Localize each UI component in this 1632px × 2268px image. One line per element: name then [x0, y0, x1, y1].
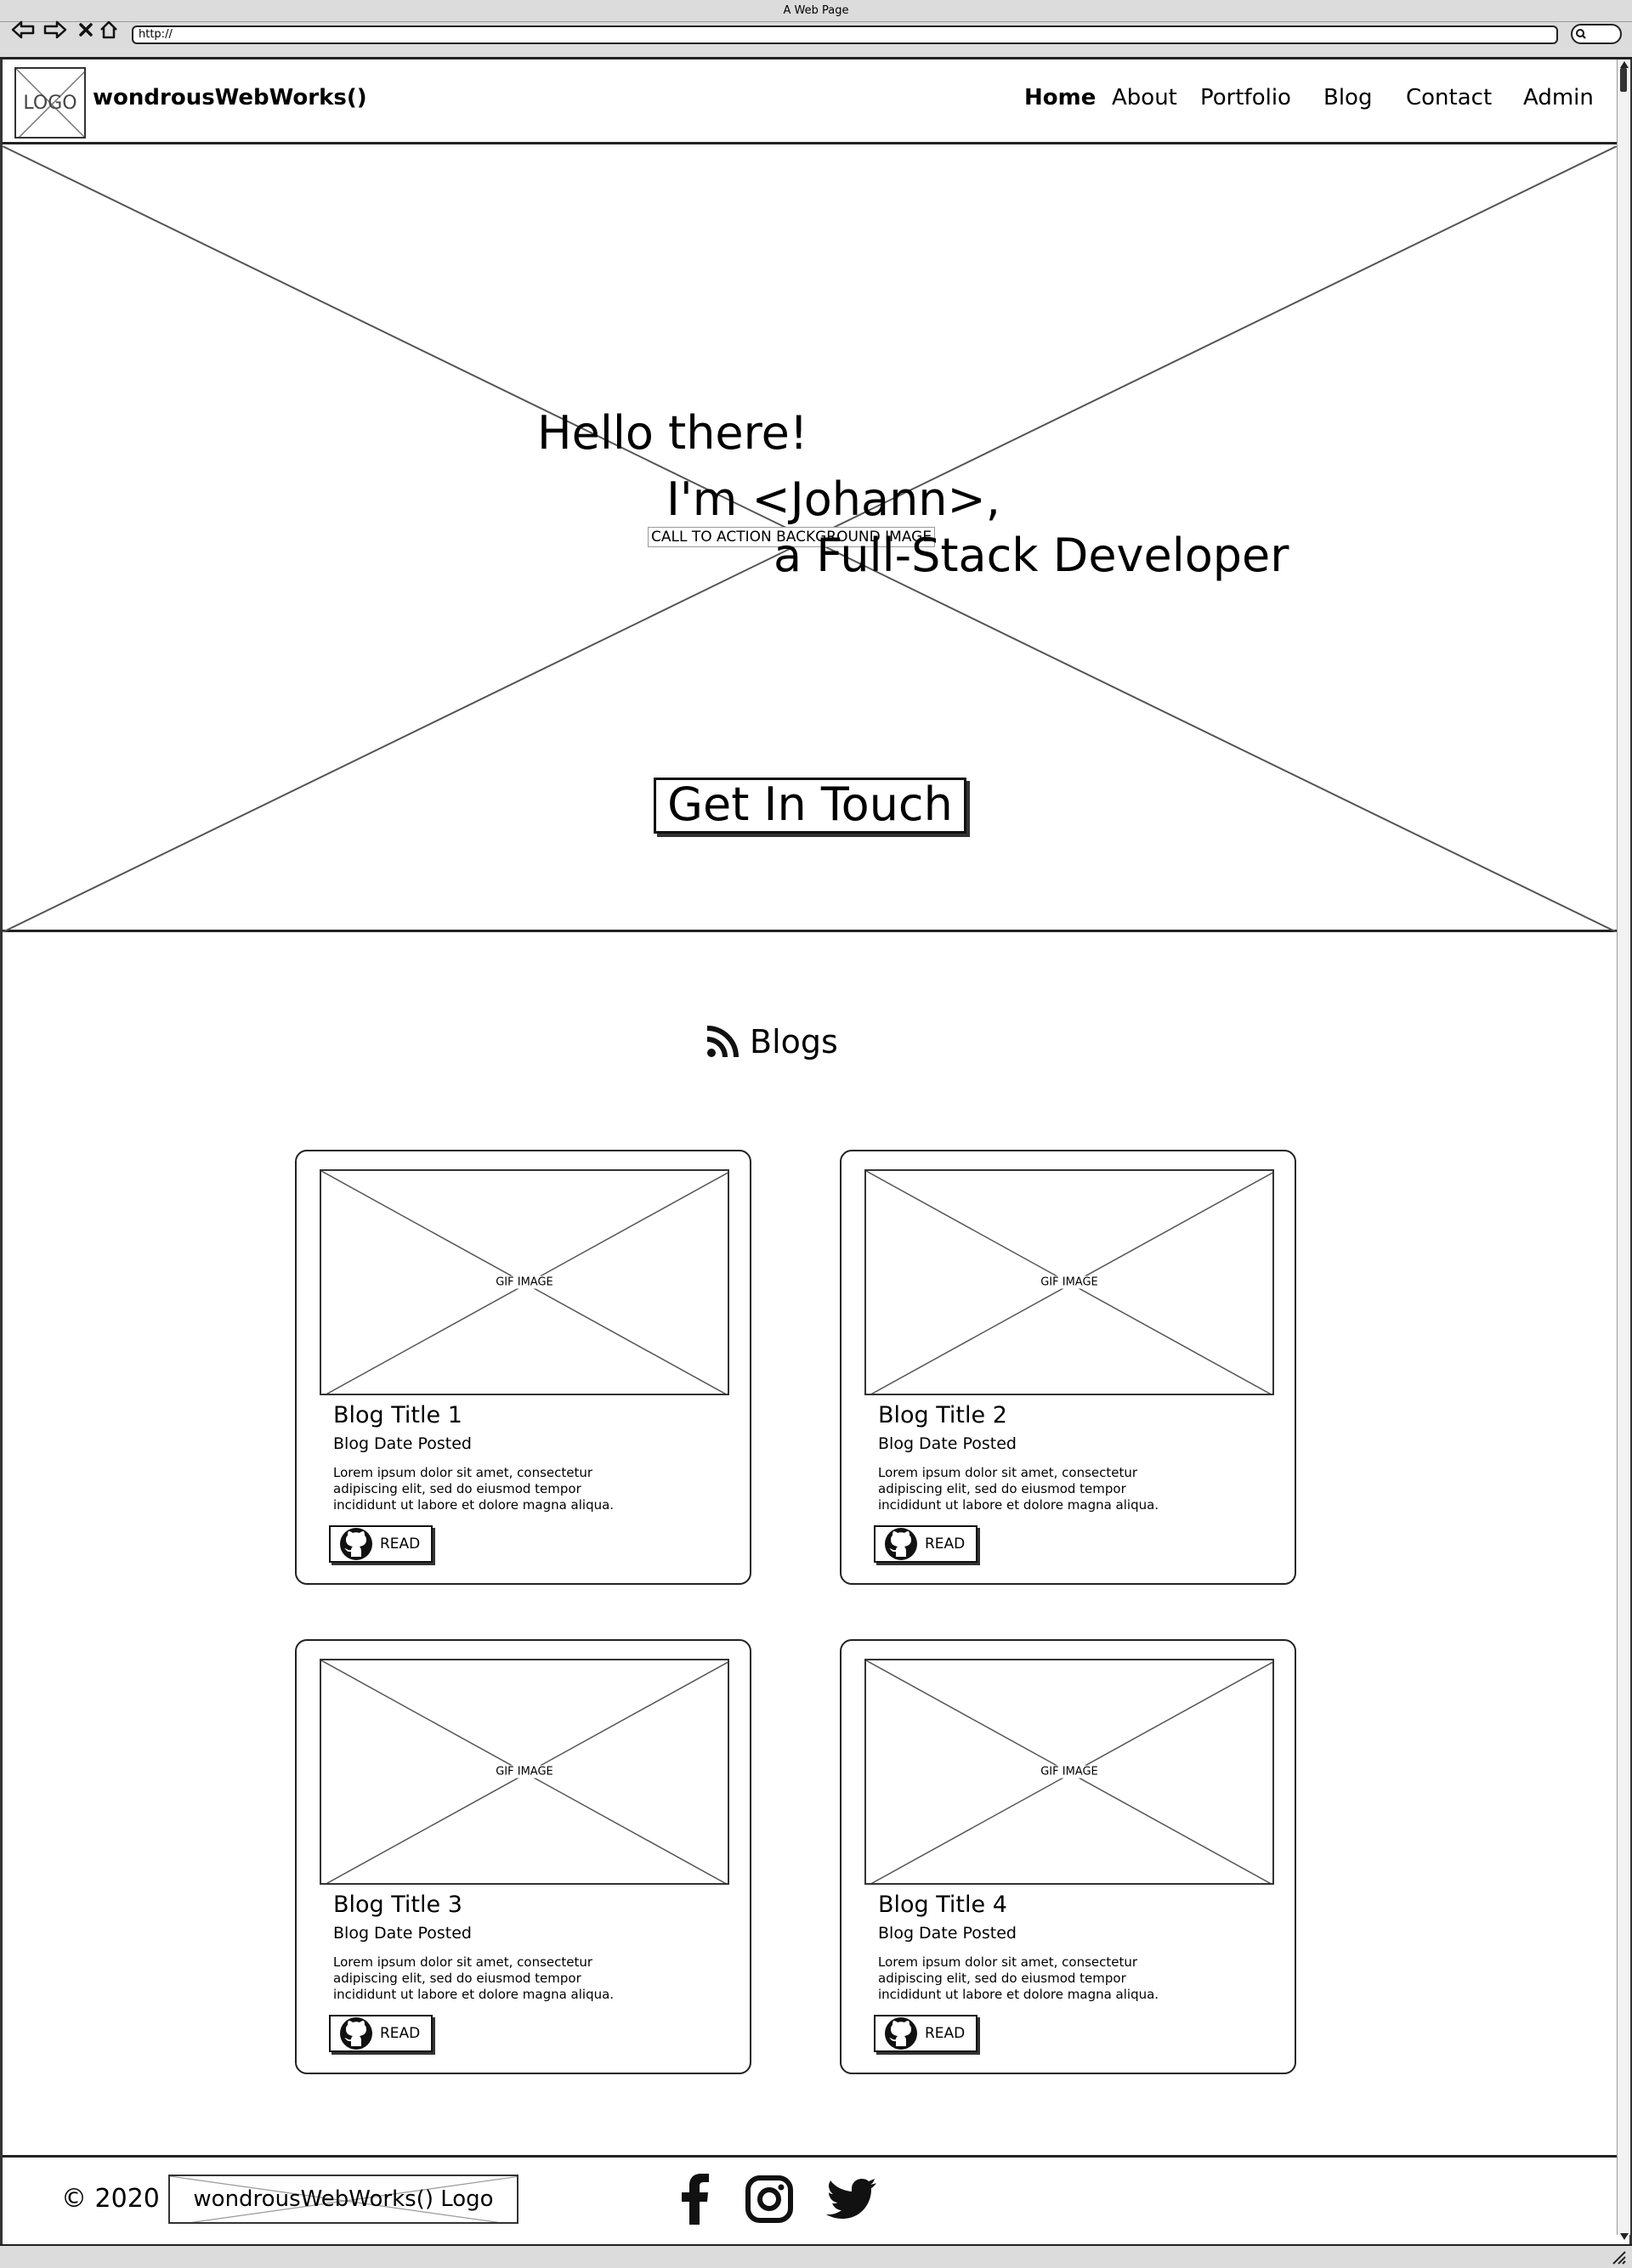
blogs-title-text: Blogs [750, 1023, 838, 1060]
nav-home[interactable]: Home [1024, 85, 1096, 110]
logo-text: LOGO [23, 93, 77, 114]
gif-image-label: GIF IMAGE [494, 1275, 555, 1289]
gif-image-label: GIF IMAGE [494, 1765, 555, 1779]
blog-card-4-read-button[interactable]: READ [874, 2015, 978, 2052]
github-icon [339, 2016, 373, 2050]
blogs-section-title: Blogs [706, 1023, 838, 1060]
nav-about[interactable]: About [1112, 85, 1177, 110]
blog-card-2-image: GIF IMAGE [864, 1169, 1274, 1395]
blog-card-3-date: Blog Date Posted [333, 1924, 472, 1943]
get-in-touch-button[interactable]: Get In Touch [654, 778, 966, 834]
stop-icon[interactable] [73, 17, 99, 42]
vertical-scrollbar[interactable] [1617, 59, 1630, 2235]
scrollbar-thumb[interactable] [1620, 68, 1627, 92]
url-input[interactable]: http:// [132, 25, 1558, 44]
blog-card-1-image: GIF IMAGE [320, 1169, 729, 1395]
blog-card-3-excerpt: Lorem ipsum dolor sit amet, consectetur … [333, 1954, 615, 2002]
home-icon[interactable] [96, 17, 122, 42]
github-icon [339, 1527, 373, 1561]
blog-card-2-date: Blog Date Posted [878, 1434, 1017, 1453]
brand-name[interactable]: wondrousWebWorks() [93, 85, 367, 110]
read-button-label: READ [925, 1536, 966, 1553]
nav-contact[interactable]: Contact [1406, 85, 1492, 110]
status-bar [0, 2244, 1632, 2268]
blog-card-1-read-button[interactable]: READ [329, 1525, 433, 1563]
footer-logo[interactable]: wondrousWebWorks() Logo [168, 2175, 518, 2224]
nav-portfolio[interactable]: Portfolio [1200, 85, 1291, 110]
blog-card-3-title[interactable]: Blog Title 3 [333, 1892, 462, 1918]
scroll-down-arrow-icon[interactable] [1620, 2233, 1629, 2240]
blog-card-2-excerpt: Lorem ipsum dolor sit amet, consectetur … [878, 1465, 1159, 1513]
back-arrow-icon[interactable] [10, 17, 36, 42]
blog-card-1-title[interactable]: Blog Title 1 [333, 1402, 462, 1428]
copyright-text: © 2020 [61, 2184, 160, 2214]
nav-blog[interactable]: Blog [1323, 85, 1372, 110]
blog-card-3-image: GIF IMAGE [320, 1659, 729, 1885]
rss-icon [706, 1025, 740, 1059]
facebook-icon[interactable] [668, 2172, 722, 2226]
read-button-label: READ [380, 2025, 421, 2042]
resize-grip-icon[interactable] [1612, 2250, 1627, 2265]
gif-image-label: GIF IMAGE [1039, 1765, 1100, 1779]
forward-arrow-icon[interactable] [42, 17, 68, 42]
nav-admin[interactable]: Admin [1523, 85, 1594, 110]
site-logo[interactable]: LOGO [14, 67, 86, 139]
blog-card-2-read-button[interactable]: READ [874, 1525, 978, 1563]
twitter-icon[interactable] [824, 2172, 879, 2226]
blog-card-4-excerpt: Lorem ipsum dolor sit amet, consectetur … [878, 1954, 1159, 2002]
footer-logo-label: wondrousWebWorks() Logo [193, 2186, 494, 2212]
read-button-label: READ [380, 1536, 421, 1553]
blog-card-3-read-button[interactable]: READ [329, 2015, 433, 2052]
instagram-icon[interactable] [742, 2172, 796, 2226]
blog-card-2-title[interactable]: Blog Title 2 [878, 1402, 1007, 1428]
browser-search-button[interactable] [1571, 24, 1622, 44]
hero-intro: I'm <Johann>, [666, 472, 1000, 526]
github-icon [884, 2016, 918, 2050]
blog-card-4-title[interactable]: Blog Title 4 [878, 1892, 1007, 1918]
github-icon [884, 1527, 918, 1561]
hero-role: a Full-Stack Developer [774, 529, 1289, 582]
gif-image-label: GIF IMAGE [1039, 1275, 1100, 1289]
scroll-up-arrow-icon[interactable] [1620, 61, 1629, 68]
window-title: A Web Page [0, 0, 1632, 22]
blog-card-4-image: GIF IMAGE [864, 1659, 1274, 1885]
blog-card-4-date: Blog Date Posted [878, 1924, 1017, 1943]
blog-card-1-excerpt: Lorem ipsum dolor sit amet, consectetur … [333, 1465, 615, 1513]
blog-card-1-date: Blog Date Posted [333, 1434, 472, 1453]
hero-greeting: Hello there! [537, 406, 808, 460]
read-button-label: READ [925, 2025, 966, 2042]
